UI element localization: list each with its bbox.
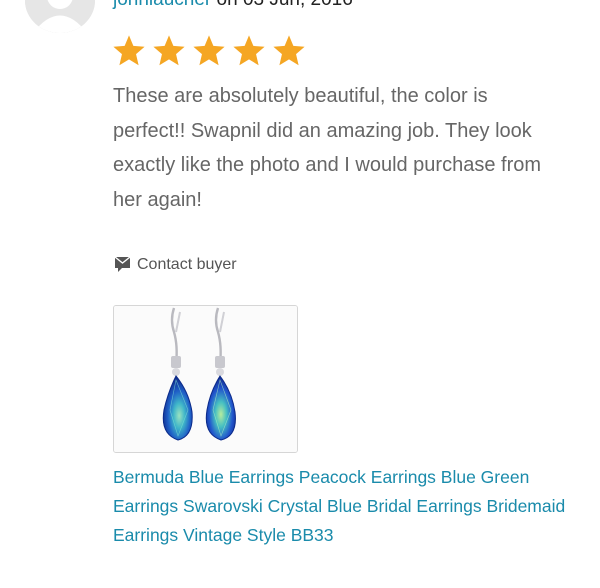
reviewer-avatar[interactable] xyxy=(25,0,95,33)
star-icon xyxy=(113,35,145,66)
product-image[interactable] xyxy=(113,305,298,453)
reviewer-name-link[interactable]: johnlaucher xyxy=(113,0,211,10)
review-header: johnlaucher on 03 Jun, 2016 xyxy=(113,0,353,11)
review-date: on 03 Jun, 2016 xyxy=(217,0,353,10)
review-text: These are absolutely beautiful, the colo… xyxy=(113,85,542,211)
message-icon xyxy=(113,255,132,274)
contact-buyer-link[interactable]: Contact buyer xyxy=(113,255,237,274)
star-icon xyxy=(153,35,185,66)
earrings-image xyxy=(114,306,297,452)
star-icon xyxy=(273,35,305,66)
star-icon xyxy=(233,35,265,66)
star-rating xyxy=(111,33,307,69)
contact-buyer-label: Contact buyer xyxy=(137,255,237,273)
star-icon xyxy=(193,35,225,66)
product-title-link[interactable]: Bermuda Blue Earrings Peacock Earrings B… xyxy=(113,463,578,550)
